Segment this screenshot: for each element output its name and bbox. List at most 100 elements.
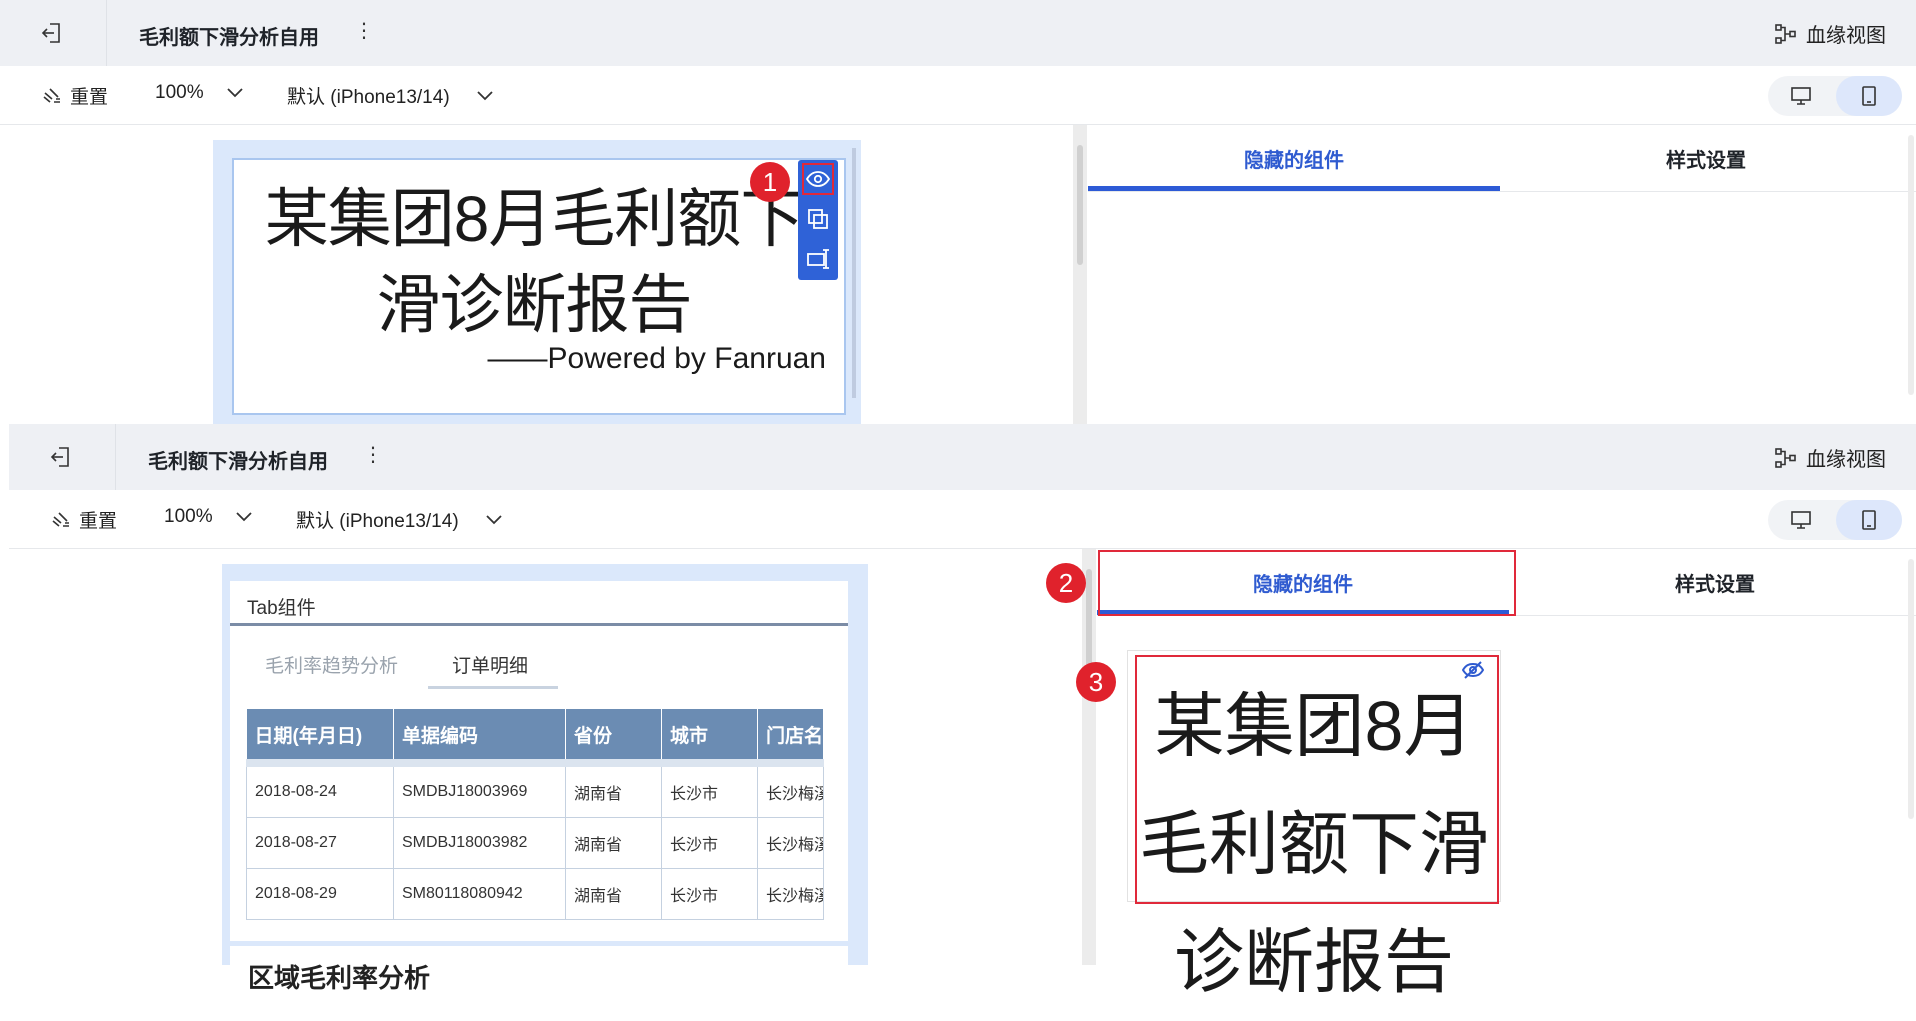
tab-hidden-components[interactable]: 隐藏的组件 bbox=[1088, 125, 1500, 191]
phone-scrollbar[interactable] bbox=[852, 148, 856, 398]
mobile-icon[interactable] bbox=[1836, 76, 1902, 116]
more-vertical-icon[interactable]: ⋮ bbox=[354, 18, 374, 43]
top-separator bbox=[115, 424, 116, 490]
zoom-select[interactable]: 100% bbox=[164, 506, 253, 528]
lineage-label: 血缘视图 bbox=[1806, 449, 1886, 471]
reset-button[interactable]: 重置 bbox=[42, 82, 108, 109]
table-header-cell[interactable]: 门店名 bbox=[757, 709, 824, 763]
lineage-icon bbox=[1775, 23, 1796, 44]
eye-icon[interactable] bbox=[802, 163, 834, 195]
view-switch bbox=[1768, 500, 1902, 540]
table-row: 2018-08-29 SM80118080942 湖南省 长沙市 长沙梅溪湖 bbox=[246, 868, 824, 920]
device-value: 默认 (iPhone13/14) bbox=[287, 87, 450, 108]
table-cell: 长沙梅溪湖 bbox=[757, 868, 824, 920]
next-component[interactable]: 区域毛利率分析 bbox=[230, 946, 848, 993]
chevron-down-icon bbox=[486, 514, 502, 524]
table-cell: SM80118080942 bbox=[393, 868, 566, 920]
hidden-component-card[interactable]: 某集团8月毛利额下滑诊断报告 bbox=[1127, 650, 1501, 1001]
move-icon[interactable] bbox=[805, 246, 831, 272]
order-table: 日期(年月日) 单据编码 省份 城市 门店名 2018-08-24 SMDBJ1… bbox=[246, 709, 824, 920]
tab-gross-margin-trend[interactable]: 毛利率趋势分析 bbox=[265, 651, 398, 678]
title-text: 某集团8月毛利额下滑诊断报告 bbox=[264, 183, 805, 341]
toolbar: 重置 100% 默认 (iPhone13/14) bbox=[9, 490, 1916, 549]
table-cell: 长沙市 bbox=[661, 759, 758, 818]
reset-button[interactable]: 重置 bbox=[51, 506, 117, 533]
lineage-view-button[interactable]: 血缘视图 bbox=[1774, 19, 1886, 48]
dashboard-title: 毛利额下滑分析自用 bbox=[139, 27, 319, 49]
mobile-icon[interactable] bbox=[1836, 500, 1902, 540]
device-value: 默认 (iPhone13/14) bbox=[296, 511, 459, 532]
tab-component-title: Tab组件 bbox=[247, 598, 316, 619]
device-select[interactable]: 默认 (iPhone13/14) bbox=[287, 82, 494, 109]
lineage-label: 血缘视图 bbox=[1806, 25, 1886, 47]
copy-icon[interactable] bbox=[805, 206, 831, 232]
table-row: 2018-08-24 SMDBJ18003969 湖南省 长沙市 长沙梅溪湖 bbox=[246, 759, 824, 818]
tab-style-settings[interactable]: 样式设置 bbox=[1509, 549, 1916, 615]
title-subtitle: ——Powered by Fanruan bbox=[487, 342, 827, 375]
zoom-select[interactable]: 100% bbox=[155, 82, 244, 104]
active-tab-underline bbox=[428, 686, 558, 689]
table-cell: 长沙市 bbox=[661, 817, 758, 869]
table-header-cell[interactable]: 单据编码 bbox=[393, 709, 566, 763]
broom-icon bbox=[43, 87, 60, 103]
reset-label: 重置 bbox=[70, 87, 109, 108]
table-cell: 湖南省 bbox=[565, 759, 662, 818]
panel-tabs: 隐藏的组件 样式设置 bbox=[1097, 549, 1916, 616]
desktop-icon[interactable] bbox=[1768, 76, 1834, 116]
table-cell: 长沙梅溪湖 bbox=[757, 759, 824, 818]
table-cell: SMDBJ18003982 bbox=[393, 817, 566, 869]
table-cell: 长沙梅溪湖 bbox=[757, 817, 824, 869]
top-bar: 毛利额下滑分析自用 ⋮ 血缘视图 bbox=[9, 424, 1916, 491]
reset-label: 重置 bbox=[79, 511, 118, 532]
table-cell: 湖南省 bbox=[565, 868, 662, 920]
top-separator bbox=[106, 0, 107, 66]
tab-order-details[interactable]: 订单明细 bbox=[452, 651, 528, 678]
table-cell: 长沙市 bbox=[661, 868, 758, 920]
dashboard-title: 毛利额下滑分析自用 bbox=[148, 451, 328, 473]
tab-component-tabs: 毛利率趋势分析 订单明细 bbox=[230, 639, 848, 689]
table-cell: SMDBJ18003969 bbox=[393, 759, 566, 818]
exit-icon[interactable] bbox=[49, 445, 73, 469]
chevron-down-icon bbox=[477, 90, 493, 100]
table-header-cell[interactable]: 省份 bbox=[565, 709, 662, 763]
hidden-component-text: 某集团8月毛利额下滑诊断报告 bbox=[1139, 687, 1489, 1001]
zoom-value: 100% bbox=[164, 506, 213, 527]
chevron-down-icon bbox=[226, 88, 243, 98]
tab-style-settings[interactable]: 样式设置 bbox=[1500, 125, 1912, 191]
top-bar: 毛利额下滑分析自用 ⋮ 血缘视图 bbox=[0, 0, 1916, 67]
side-panel: 隐藏的组件 样式设置 bbox=[1088, 125, 1916, 424]
panel-scrollbar[interactable] bbox=[1908, 559, 1914, 819]
step-badge-3: 3 bbox=[1076, 662, 1116, 702]
desktop-icon[interactable] bbox=[1768, 500, 1834, 540]
table-cell: 2018-08-27 bbox=[246, 817, 394, 869]
scrollbar-thumb[interactable] bbox=[1077, 145, 1083, 265]
canvas-divider bbox=[1082, 549, 1096, 965]
table-cell: 2018-08-29 bbox=[246, 868, 394, 920]
title-component[interactable]: 某集团8月毛利额下滑诊断报告 ——Powered by Fanruan bbox=[232, 158, 846, 415]
table-cell: 湖南省 bbox=[565, 817, 662, 869]
tab-component[interactable]: Tab组件 毛利率趋势分析 订单明细 日期(年月日) 单据编码 省份 城市 门店… bbox=[230, 581, 848, 941]
table-header-cell[interactable]: 城市 bbox=[661, 709, 758, 763]
eye-off-icon[interactable] bbox=[1461, 661, 1485, 684]
table-row: 2018-08-27 SMDBJ18003982 湖南省 长沙市 长沙梅溪湖 bbox=[246, 817, 824, 869]
broom-icon bbox=[52, 511, 69, 527]
title-underline bbox=[230, 623, 848, 626]
panel-tabs: 隐藏的组件 样式设置 bbox=[1088, 125, 1916, 192]
more-vertical-icon[interactable]: ⋮ bbox=[363, 442, 383, 467]
step-badge-1: 1 bbox=[750, 162, 790, 202]
panel-scrollbar[interactable] bbox=[1908, 135, 1914, 395]
exit-icon[interactable] bbox=[40, 21, 64, 45]
device-select[interactable]: 默认 (iPhone13/14) bbox=[296, 506, 503, 533]
step-badge-2: 2 bbox=[1046, 563, 1086, 603]
canvas-divider bbox=[1073, 125, 1087, 424]
toolbar: 重置 100% 默认 (iPhone13/14) bbox=[0, 66, 1916, 125]
view-switch bbox=[1768, 76, 1902, 116]
table-header-row: 日期(年月日) 单据编码 省份 城市 门店名 bbox=[246, 709, 824, 763]
tab-hidden-components[interactable]: 隐藏的组件 bbox=[1097, 549, 1509, 615]
lineage-icon bbox=[1775, 447, 1796, 468]
zoom-value: 100% bbox=[155, 82, 204, 103]
lineage-view-button[interactable]: 血缘视图 bbox=[1774, 443, 1886, 472]
table-cell: 2018-08-24 bbox=[246, 759, 394, 818]
table-header-cell[interactable]: 日期(年月日) bbox=[246, 709, 394, 763]
component-action-bar bbox=[798, 160, 838, 280]
